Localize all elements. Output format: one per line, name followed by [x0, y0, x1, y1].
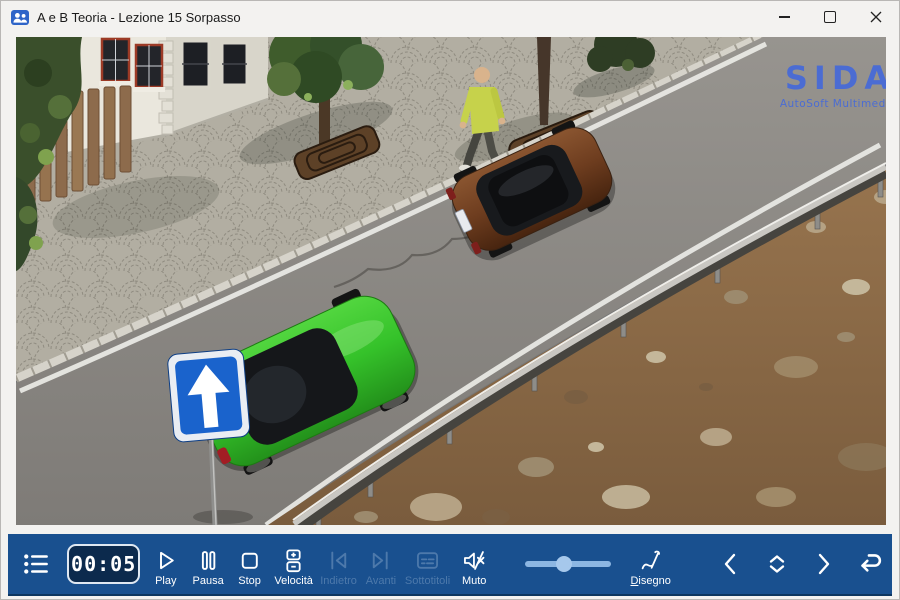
app-window: A e B Teoria - Lezione 15 Sorpasso — [0, 0, 900, 600]
volume-slider[interactable] — [525, 556, 611, 572]
play-button[interactable]: Play — [144, 536, 187, 592]
chevron-up-down-icon — [762, 549, 792, 579]
title-bar: A e B Teoria - Lezione 15 Sorpasso — [1, 1, 899, 33]
close-icon — [870, 11, 882, 23]
subtitles-icon — [414, 547, 441, 574]
stop-icon — [236, 547, 263, 574]
chevron-left-icon — [716, 549, 746, 579]
skip-back-icon — [325, 547, 352, 574]
back-button[interactable]: Indietro — [317, 536, 360, 592]
forward-button[interactable]: Avanti — [360, 536, 401, 592]
window-title: A e B Teoria - Lezione 15 Sorpasso — [37, 10, 241, 25]
logo-tagline: AutoSoft Multimedia — [780, 98, 886, 110]
skip-forward-icon — [367, 547, 394, 574]
slider-thumb[interactable] — [556, 556, 572, 572]
prev-lesson-button[interactable] — [716, 549, 746, 579]
logo-name: SIDA — [785, 59, 886, 97]
media-toolbar: 00:05 Play Pausa Stop Velocità — [8, 534, 892, 596]
lesson-scene: SIDA AutoSoft Multimedia — [16, 37, 886, 525]
pen-icon — [637, 547, 664, 574]
exit-button[interactable] — [854, 548, 886, 580]
mute-button[interactable]: Muto — [453, 536, 494, 592]
mute-icon — [461, 547, 488, 574]
speed-icon — [280, 547, 307, 574]
app-people-icon — [11, 10, 29, 25]
close-button[interactable] — [853, 1, 899, 33]
play-icon — [152, 547, 179, 574]
lesson-timer: 00:05 — [67, 544, 140, 584]
draw-button[interactable]: Disegno — [627, 536, 674, 592]
sida-logo: SIDA AutoSoft Multimedia — [780, 59, 886, 110]
lesson-list-button[interactable] — [762, 549, 792, 579]
maximize-button[interactable] — [807, 1, 853, 33]
scene-canvas: SIDA AutoSoft Multimedia — [16, 37, 886, 525]
speed-button[interactable]: Velocità — [270, 536, 317, 592]
list-icon — [21, 549, 51, 579]
chevron-right-icon — [808, 549, 838, 579]
pause-icon — [195, 547, 222, 574]
stop-button[interactable]: Stop — [229, 536, 270, 592]
maximize-icon — [824, 11, 836, 23]
playlist-button[interactable] — [20, 549, 51, 579]
minimize-button[interactable] — [761, 1, 807, 33]
pause-button[interactable]: Pausa — [187, 536, 228, 592]
subtitles-button[interactable]: Sottotitoli — [402, 536, 454, 592]
minimize-icon — [779, 16, 790, 17]
next-lesson-button[interactable] — [808, 549, 838, 579]
return-arrow-icon — [854, 548, 886, 580]
